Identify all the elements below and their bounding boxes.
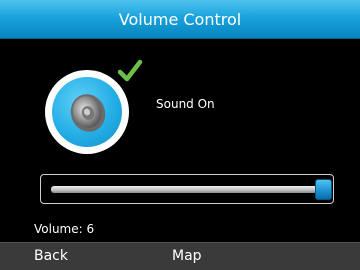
checkmark-icon xyxy=(117,59,143,82)
slider-thumb[interactable] xyxy=(315,179,332,200)
volume-slider[interactable] xyxy=(40,174,334,204)
sound-toggle[interactable] xyxy=(45,59,143,154)
speaker-icon xyxy=(70,94,106,132)
page-title: Volume Control xyxy=(118,9,242,29)
title-bar: Volume Control xyxy=(0,0,360,39)
back-button[interactable]: Back xyxy=(34,248,68,264)
map-button[interactable]: Map xyxy=(172,248,202,264)
sound-status-label: Sound On xyxy=(156,97,215,111)
slider-track xyxy=(51,186,321,193)
softkey-bar: Back Map xyxy=(0,242,360,270)
volume-label: Volume: 6 xyxy=(34,222,95,236)
